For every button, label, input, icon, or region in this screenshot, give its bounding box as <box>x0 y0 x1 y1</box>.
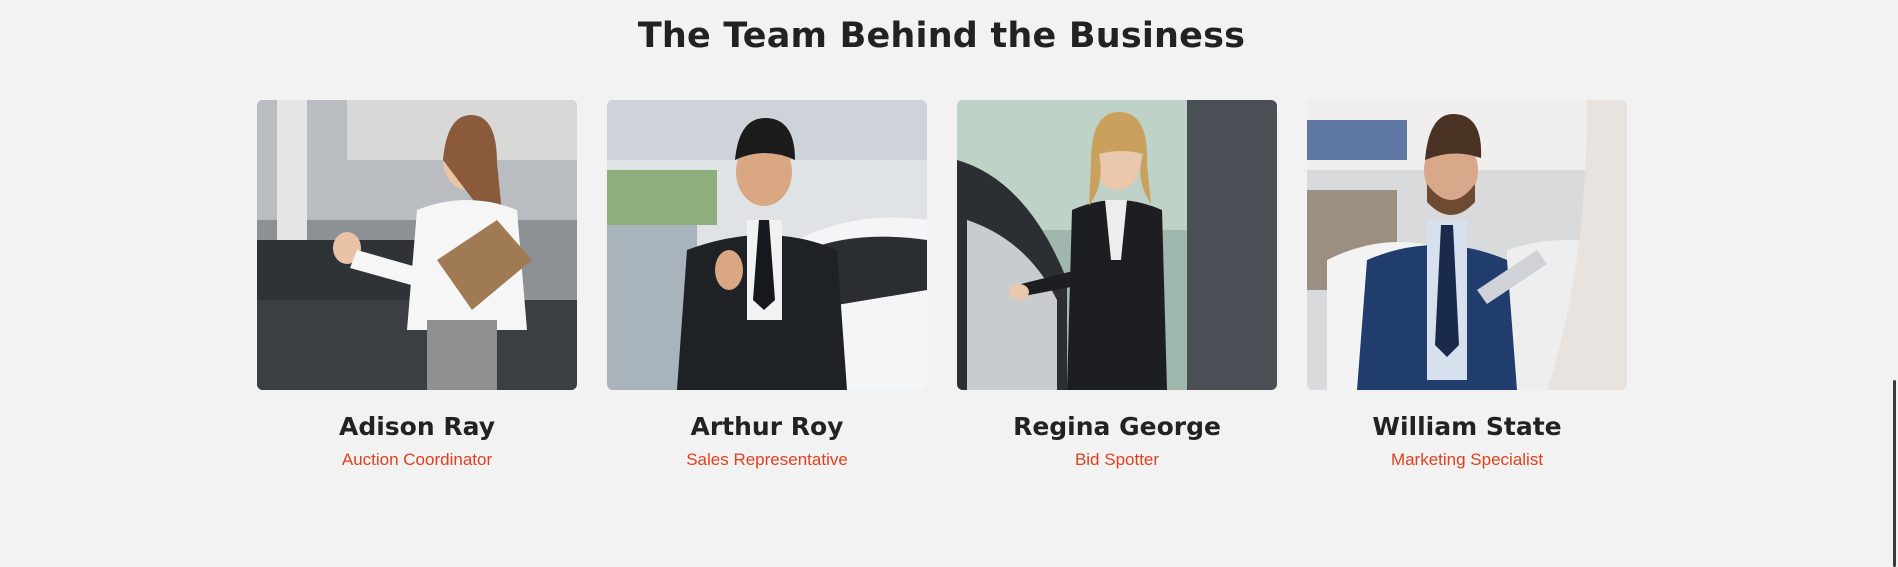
team-grid: Adison Ray Auction Coordinator Arthur Ro… <box>257 100 1627 470</box>
man-thumbs-up-photo <box>607 100 927 390</box>
team-member-card: Arthur Roy Sales Representative <box>607 100 927 470</box>
member-name: Arthur Roy <box>690 412 844 441</box>
member-photo <box>257 100 577 390</box>
scrollbar-thumb[interactable] <box>1893 380 1896 567</box>
page: The Team Behind the Business Adison Ray … <box>0 0 1898 567</box>
member-photo <box>607 100 927 390</box>
member-photo <box>1307 100 1627 390</box>
team-member-card: William State Marketing Specialist <box>1307 100 1627 470</box>
member-name: William State <box>1372 412 1562 441</box>
member-role: Marketing Specialist <box>1390 450 1544 469</box>
man-with-tablet-photo <box>1307 100 1627 390</box>
member-photo <box>957 100 1277 390</box>
scrollbar[interactable] <box>1883 0 1898 567</box>
woman-with-clipboard-photo <box>257 100 577 390</box>
member-role: Bid Spotter <box>1074 450 1160 469</box>
member-name: Adison Ray <box>338 412 496 441</box>
team-member-card: Regina George Bid Spotter <box>957 100 1277 470</box>
woman-opening-car-door-photo <box>957 100 1277 390</box>
member-name: Regina George <box>1013 412 1221 441</box>
member-role: Auction Coordinator <box>341 450 493 469</box>
team-member-card: Adison Ray Auction Coordinator <box>257 100 577 470</box>
section-title: The Team Behind the Business <box>637 16 1246 56</box>
member-role: Sales Representative <box>686 450 848 469</box>
